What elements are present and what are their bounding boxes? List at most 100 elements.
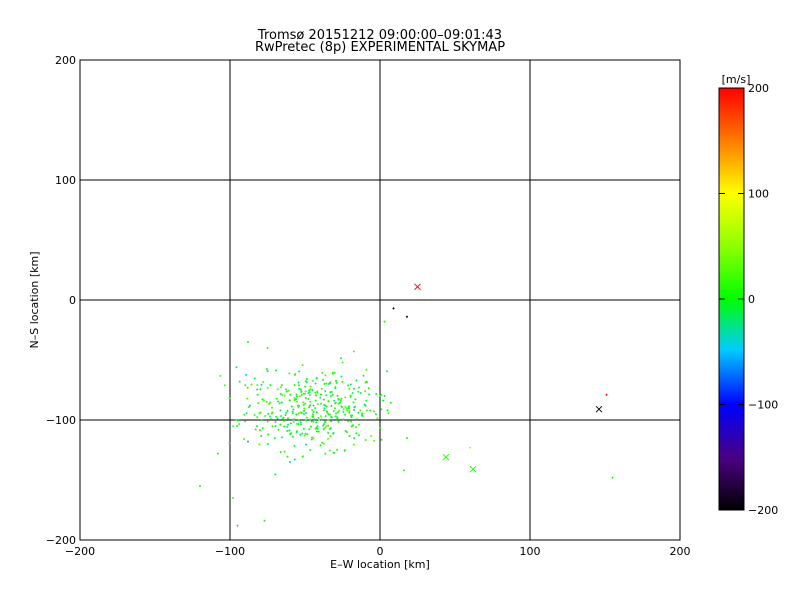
data-point xyxy=(256,416,259,419)
data-point xyxy=(257,402,260,405)
data-point xyxy=(302,427,305,430)
data-point xyxy=(256,425,259,428)
data-point xyxy=(348,435,351,438)
data-point xyxy=(256,388,259,391)
data-point xyxy=(265,368,268,371)
colorbar-tick-label: 0 xyxy=(748,293,755,306)
data-point xyxy=(304,402,307,405)
data-point xyxy=(357,390,360,393)
data-point xyxy=(246,397,249,400)
data-point xyxy=(303,434,306,437)
data-point xyxy=(305,416,308,419)
data-point xyxy=(323,407,326,410)
data-point xyxy=(315,421,318,424)
data-point xyxy=(276,388,279,391)
data-point xyxy=(256,393,259,396)
data-point xyxy=(370,435,373,438)
data-point xyxy=(336,394,339,397)
data-point xyxy=(273,437,276,440)
data-point xyxy=(298,395,301,398)
data-point xyxy=(350,420,353,423)
data-point xyxy=(286,409,289,412)
data-point xyxy=(245,412,248,415)
data-point xyxy=(287,389,290,392)
data-point xyxy=(318,419,321,422)
data-point xyxy=(333,371,336,374)
data-point xyxy=(314,399,317,402)
x-tick-label: 100 xyxy=(520,545,541,558)
data-point xyxy=(314,382,317,385)
data-point xyxy=(365,368,368,371)
data-point xyxy=(300,423,303,426)
data-point xyxy=(372,410,375,413)
data-point xyxy=(238,423,241,426)
data-point xyxy=(199,485,201,487)
data-point xyxy=(247,440,249,443)
data-point xyxy=(274,425,277,428)
data-point xyxy=(279,386,282,389)
data-point-cross xyxy=(595,405,603,413)
data-point xyxy=(295,395,298,398)
data-point xyxy=(305,377,308,380)
data-point xyxy=(302,401,305,404)
data-point xyxy=(232,425,235,428)
data-point xyxy=(289,393,292,396)
data-point xyxy=(234,419,237,422)
data-point xyxy=(277,428,280,431)
data-point xyxy=(312,379,315,382)
data-point xyxy=(279,423,282,426)
data-point xyxy=(357,434,360,437)
data-point xyxy=(279,409,282,412)
data-point xyxy=(376,417,379,420)
data-point xyxy=(279,451,282,454)
data-point xyxy=(359,409,362,412)
data-point xyxy=(285,411,288,414)
data-point xyxy=(304,385,307,388)
y-tick-label: −200 xyxy=(46,534,76,547)
data-point xyxy=(341,380,344,383)
data-point xyxy=(389,401,392,404)
data-point xyxy=(344,405,347,408)
data-point xyxy=(386,409,389,412)
data-point xyxy=(344,429,347,432)
data-point xyxy=(277,400,280,403)
data-point xyxy=(293,458,296,461)
y-tick-label: 200 xyxy=(55,54,76,67)
data-point xyxy=(368,393,371,396)
data-point xyxy=(299,433,302,436)
data-point xyxy=(288,399,291,402)
data-point xyxy=(357,423,360,426)
data-point xyxy=(312,404,315,407)
colorbar-tick-label: 100 xyxy=(748,188,769,201)
data-point xyxy=(314,407,317,410)
x-axis-label: E–W location [km] xyxy=(330,558,430,571)
data-point xyxy=(250,383,253,386)
data-point xyxy=(320,402,323,405)
data-point xyxy=(261,398,264,401)
data-point xyxy=(364,390,367,393)
data-point xyxy=(406,315,408,318)
data-point xyxy=(611,476,614,479)
data-point xyxy=(301,432,304,435)
data-point xyxy=(348,410,351,413)
data-point xyxy=(297,381,300,384)
data-point xyxy=(303,407,306,410)
data-point xyxy=(339,399,342,402)
data-point xyxy=(289,461,291,463)
data-point xyxy=(258,429,261,432)
data-point xyxy=(280,384,283,387)
data-point xyxy=(324,374,327,377)
data-point xyxy=(274,420,277,423)
data-point xyxy=(351,392,354,395)
y-tick-label: 100 xyxy=(55,174,76,187)
data-point xyxy=(349,383,352,386)
data-point xyxy=(341,361,344,364)
data-point xyxy=(352,443,355,446)
data-point xyxy=(358,386,361,389)
data-point xyxy=(266,442,269,445)
data-point xyxy=(309,400,312,403)
data-point xyxy=(304,432,307,435)
data-point xyxy=(299,421,302,424)
data-point xyxy=(275,397,278,400)
data-point xyxy=(288,372,291,375)
